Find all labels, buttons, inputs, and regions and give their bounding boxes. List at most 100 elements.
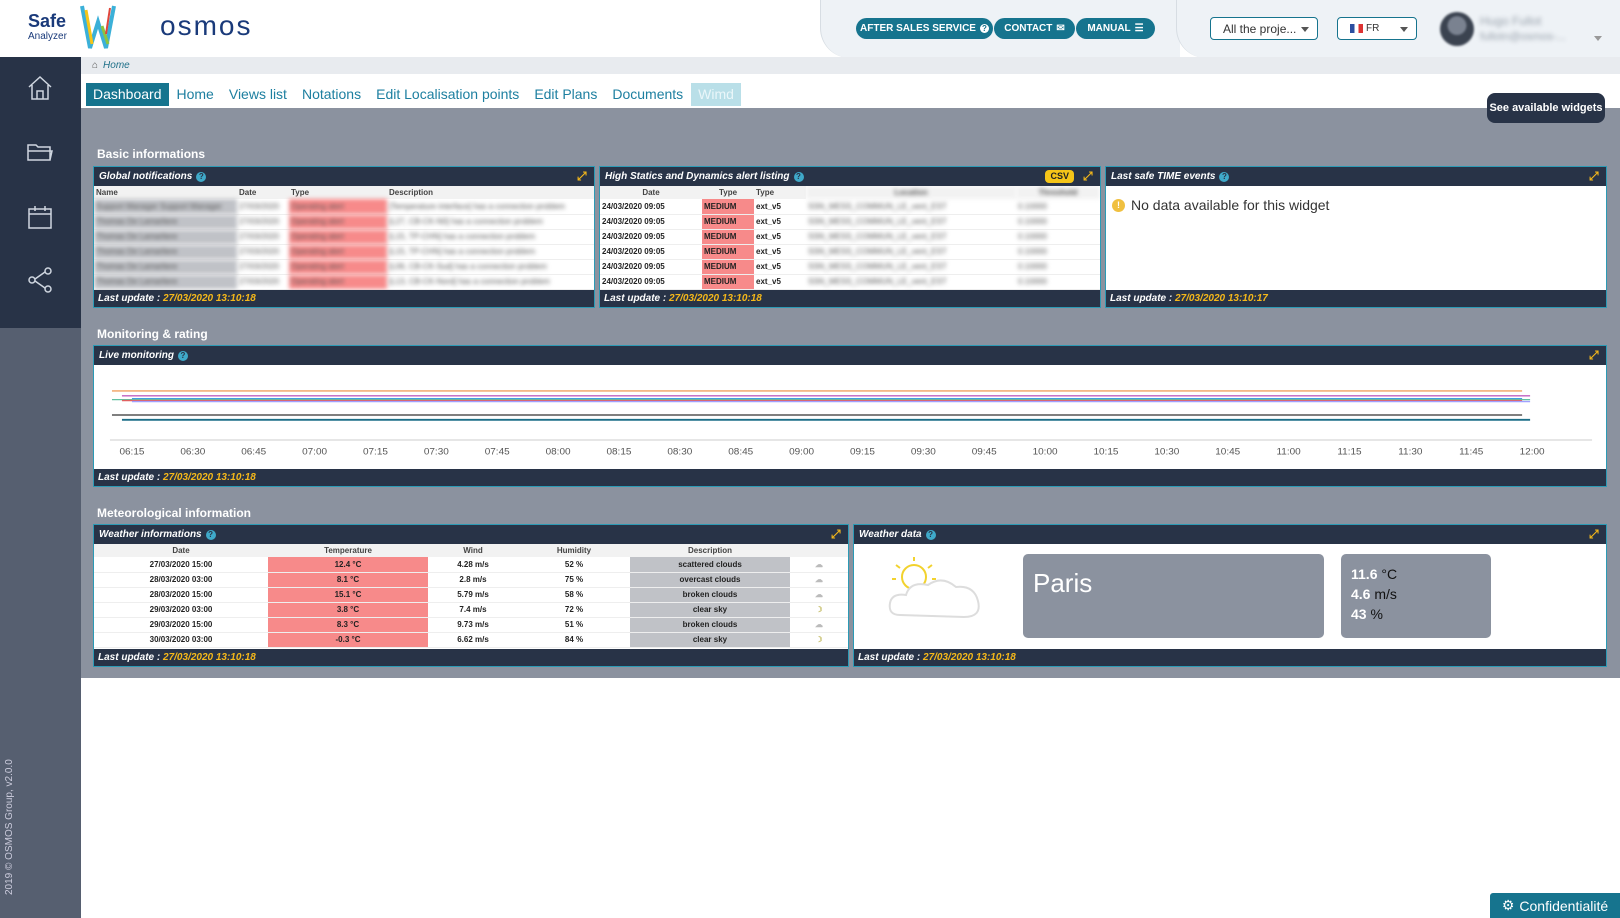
tab-notations[interactable]: Notations xyxy=(295,83,368,106)
user-menu-chevron-icon[interactable] xyxy=(1594,36,1602,41)
column-header: Location xyxy=(806,186,1016,199)
weather-informations-widget: Weather informations ? ⤢ Date Temperatur… xyxy=(93,524,849,667)
x-tick-label: 08:15 xyxy=(606,447,632,458)
tab-edit-plans[interactable]: Edit Plans xyxy=(527,83,604,106)
table-row[interactable]: 24/03/2020 09:05 MEDIUM ext_v5 SSN_MESS_… xyxy=(600,244,1100,260)
cell: scattered clouds xyxy=(630,557,790,573)
notifications-table-wrap[interactable]: Name Date Type Description Support Manag… xyxy=(94,186,594,291)
x-tick-label: 06:45 xyxy=(241,447,267,458)
expand-icon[interactable]: ⤢ xyxy=(1589,528,1600,540)
widget-title: Last safe TIME events xyxy=(1111,171,1216,182)
cell: 0.10000 xyxy=(1016,229,1100,245)
tab-dashboard[interactable]: Dashboard xyxy=(86,83,169,106)
language-select[interactable]: FR xyxy=(1337,17,1417,40)
table-row[interactable]: 24/03/2020 09:05 MEDIUM ext_v5 SSN_MESS_… xyxy=(600,259,1100,275)
live-monitoring-chart[interactable]: 06:15 06:30 06:45 07:00 07:15 07:30 07:45 08:00… xyxy=(94,365,1606,465)
csv-export-button[interactable]: CSV xyxy=(1045,170,1074,183)
table-row[interactable]: 29/03/2020 03:00 3.8 °C 7.4 m/s 72 % cle… xyxy=(94,602,848,618)
table-row[interactable]: 24/03/2020 09:05 MEDIUM ext_v5 SSN_MESS_… xyxy=(600,274,1100,290)
tab-wimd[interactable]: Wimd xyxy=(691,83,741,106)
cell: ext_v5 xyxy=(754,259,806,275)
alerts-table-wrap[interactable]: Date Type Type Location Threshold 24/03/… xyxy=(600,186,1100,291)
alerts-table: Date Type Type Location Threshold 24/03/… xyxy=(600,186,1100,290)
help-icon[interactable]: ? xyxy=(178,350,188,361)
manual-button[interactable]: MANUAL ☰ xyxy=(1076,18,1155,39)
cell: 0.10000 xyxy=(1016,259,1100,275)
cell: SSN_MESS_COMMUN_LE_vent_EST xyxy=(806,214,1016,230)
table-row[interactable]: Thomas De Lamarliere 27/03/2020 Operatin… xyxy=(94,259,594,275)
expand-icon[interactable]: ⤢ xyxy=(1083,170,1094,182)
cell: 6.62 m/s xyxy=(428,632,518,648)
cell: Thomas De Lamarliere xyxy=(94,259,237,275)
expand-icon[interactable]: ⤢ xyxy=(1589,170,1600,182)
info-icon: ! xyxy=(1112,198,1125,212)
table-row[interactable]: Thomas De Lamarliere 27/03/2020 Operatin… xyxy=(94,214,594,230)
table-row[interactable]: 27/03/2020 15:00 12.4 °C 4.28 m/s 52 % s… xyxy=(94,557,848,573)
expand-icon[interactable]: ⤢ xyxy=(831,528,842,540)
cell: overcast clouds xyxy=(630,572,790,588)
project-select[interactable]: All the proje... xyxy=(1210,17,1318,40)
user-name[interactable]: Hugo Fullot xyxy=(1480,14,1541,28)
cell: Operating alert xyxy=(289,259,387,275)
calendar-icon[interactable] xyxy=(25,202,55,232)
x-tick-label: 11:45 xyxy=(1459,447,1484,458)
cell: MEDIUM xyxy=(702,244,754,260)
help-icon[interactable]: ? xyxy=(793,171,804,182)
tab-home[interactable]: Home xyxy=(170,83,221,106)
contact-button[interactable]: CONTACT ✉ xyxy=(994,18,1075,39)
help-icon[interactable]: ? xyxy=(205,529,216,540)
table-row[interactable]: Support Manager Support Manager 27/03/20… xyxy=(94,199,594,215)
column-header: Type xyxy=(702,186,754,199)
cell: 29/03/2020 03:00 xyxy=(94,602,268,618)
cell: MEDIUM xyxy=(702,274,754,290)
confidentiality-button[interactable]: ⚙ Confidentialité xyxy=(1490,893,1620,918)
folder-icon[interactable] xyxy=(25,137,55,167)
home-icon[interactable] xyxy=(25,73,55,103)
table-row[interactable]: Thomas De Lamarliere 27/03/2020 Operatin… xyxy=(94,229,594,245)
cell: 27/03/2020 xyxy=(237,229,289,245)
widget-footer: Last update : 27/03/2020 13:10:18 xyxy=(94,649,848,666)
wind-unit: m/s xyxy=(1374,586,1397,602)
cell: 8.1 °C xyxy=(268,572,428,588)
help-icon[interactable]: ? xyxy=(196,171,207,182)
x-tick-label: 12:00 xyxy=(1520,447,1546,458)
table-row[interactable]: Thomas De Lamarliere 27/03/2020 Operatin… xyxy=(94,274,594,290)
temperature-unit: °C xyxy=(1381,566,1398,582)
table-row[interactable]: 24/03/2020 09:05 MEDIUM ext_v5 SSN_MESS_… xyxy=(600,199,1100,215)
table-row[interactable]: 24/03/2020 09:05 MEDIUM ext_v5 SSN_MESS_… xyxy=(600,229,1100,245)
table-row[interactable]: 28/03/2020 03:00 8.1 °C 2.8 m/s 75 % ove… xyxy=(94,572,848,588)
avatar[interactable] xyxy=(1440,12,1474,46)
tab-edit-localisation-points[interactable]: Edit Localisation points xyxy=(369,83,526,106)
cell: 75 % xyxy=(518,572,630,588)
cell: broken clouds xyxy=(630,587,790,603)
expand-icon[interactable]: ⤢ xyxy=(1589,349,1600,361)
table-row[interactable]: 29/03/2020 15:00 8.3 °C 9.73 m/s 51 % br… xyxy=(94,617,848,633)
cell: 27/03/2020 xyxy=(237,274,289,290)
help-icon[interactable]: ? xyxy=(1219,171,1230,182)
x-tick-label: 10:00 xyxy=(1033,447,1059,458)
cell: 28/03/2020 15:00 xyxy=(94,587,268,603)
chevron-down-icon xyxy=(1400,27,1408,32)
help-icon[interactable]: ? xyxy=(925,529,936,540)
after-sales-button[interactable]: AFTER SALES SERVICE ? xyxy=(856,18,993,39)
tab-views-list[interactable]: Views list xyxy=(222,83,294,106)
notifications-table: Name Date Type Description Support Manag… xyxy=(94,186,594,290)
table-row[interactable]: 30/03/2020 03:00 -0.3 °C 6.62 m/s 84 % c… xyxy=(94,632,848,648)
contact-label: CONTACT xyxy=(1004,23,1053,34)
expand-icon[interactable]: ⤢ xyxy=(577,170,588,182)
osmos-logo[interactable]: osmos xyxy=(160,10,252,42)
cell: 24/03/2020 09:05 xyxy=(600,199,702,215)
table-row[interactable]: Thomas De Lamarliere 27/03/2020 Operatin… xyxy=(94,244,594,260)
share-network-icon[interactable] xyxy=(25,265,55,295)
widget-footer: Last update : 27/03/2020 13:10:18 xyxy=(94,290,594,307)
weather-table-wrap[interactable]: Date Temperature Wind Humidity Descripti… xyxy=(94,544,848,650)
breadcrumb-home[interactable]: Home xyxy=(103,60,130,71)
x-tick-label: 06:15 xyxy=(119,447,145,458)
table-row[interactable]: 28/03/2020 15:00 15.1 °C 5.79 m/s 58 % b… xyxy=(94,587,848,603)
column-header: Description xyxy=(387,186,594,199)
widget-footer: Last update : 27/03/2020 13:10:18 xyxy=(600,290,1100,307)
table-row[interactable]: 24/03/2020 09:05 MEDIUM ext_v5 SSN_MESS_… xyxy=(600,214,1100,230)
see-available-widgets-button[interactable]: See available widgets xyxy=(1487,93,1605,123)
current-humidity: 43 % xyxy=(1351,604,1481,624)
tab-documents[interactable]: Documents xyxy=(605,83,690,106)
